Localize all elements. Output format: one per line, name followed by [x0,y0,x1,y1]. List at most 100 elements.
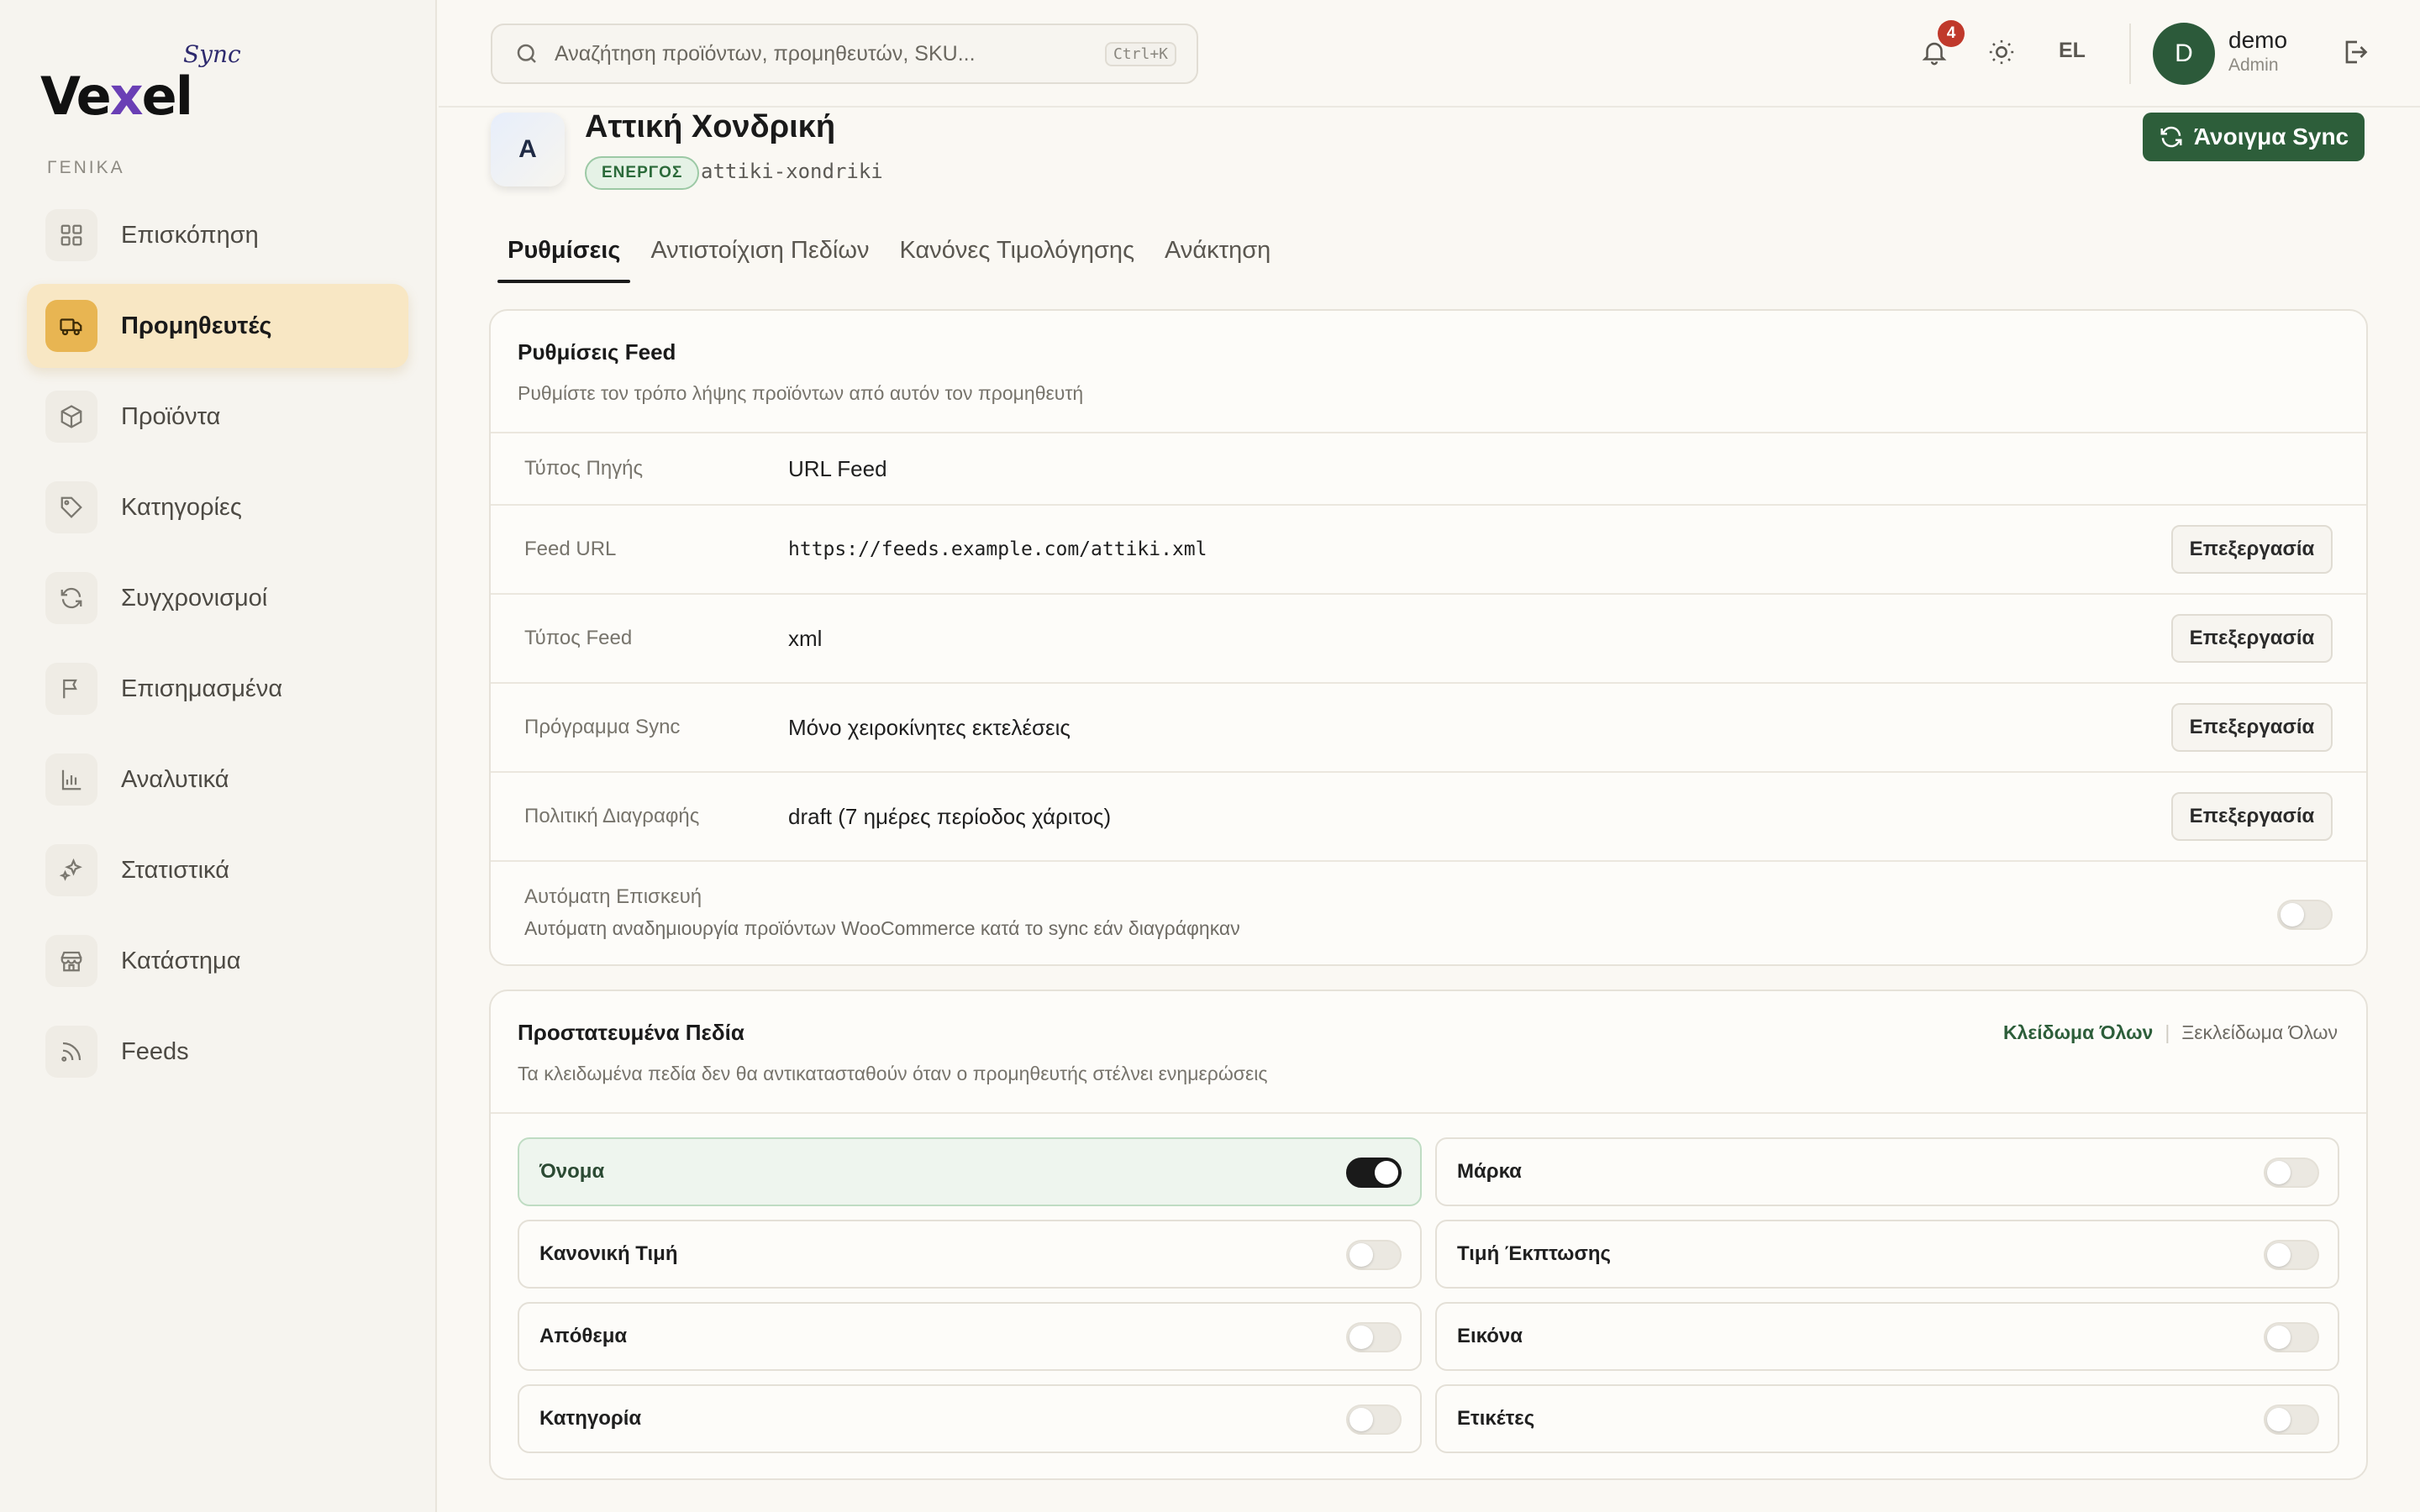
sidebar-item-flagged[interactable]: Επισημασμένα [27,647,408,731]
rss-icon [45,1026,97,1078]
feed-settings-card: Ρυθμίσεις Feed Ρυθμίστε τον τρόπο λήψης … [489,309,2368,966]
grid-icon [45,209,97,261]
sidebar-item-products[interactable]: Προϊόντα [27,375,408,459]
field-label: Κανονική Τιμή [539,1242,678,1265]
field-lock-toggle[interactable] [2264,1404,2319,1435]
sidebar-nav: Επισκόπηση Προμηθευτές Προϊόντα Κατηγορί… [27,193,408,1100]
edit-button[interactable]: Επεξεργασία [2171,703,2333,752]
protected-field-sale-price[interactable]: Τιμή Έκπτωσης [1435,1220,2339,1289]
logout-icon [2345,40,2368,64]
field-label: Εικόνα [1457,1325,1523,1347]
sidebar-item-label: Κατηγορίες [121,493,242,521]
notifications-button[interactable]: 4 [1916,20,1965,71]
tab-field-mapping[interactable]: Αντιστοίχιση Πεδίων [640,232,879,283]
protected-field-regular-price[interactable]: Κανονική Τιμή [518,1220,1422,1289]
edit-button[interactable]: Επεξεργασία [2171,525,2333,574]
protected-field-brand[interactable]: Μάρκα [1435,1137,2339,1206]
supplier-avatar: A [491,113,565,186]
lock-actions: Κλείδωμα Όλων | Ξεκλείδωμα Όλων [2003,1021,2338,1044]
card-title: Ρυθμίσεις Feed [518,339,676,365]
box-icon [45,391,97,443]
field-label: Κατηγορία [539,1407,642,1430]
field-lock-toggle[interactable] [1346,1158,1402,1188]
search-input[interactable] [555,41,1092,66]
field-lock-toggle[interactable] [1346,1240,1402,1270]
field-lock-toggle[interactable] [1346,1404,1402,1435]
refresh-icon [45,572,97,624]
edit-button[interactable]: Επεξεργασία [2171,792,2333,841]
nav-section-label: ΓΕΝΙΚΑ [47,158,125,177]
setting-row-sync-schedule: Πρόγραμμα Sync Μόνο χειροκίνητες εκτελέσ… [491,684,2366,773]
user-role: Admin [2228,55,2279,75]
sidebar-item-feeds[interactable]: Feeds [27,1010,408,1094]
protected-field-name[interactable]: Όνομα [518,1137,1422,1206]
field-label: Όνομα [539,1160,605,1183]
tab-recovery[interactable]: Ανάκτηση [1155,232,1281,283]
setting-value: Μόνο χειροκίνητες εκτελέσεις [788,714,1071,740]
setting-label: Αυτόματη Επισκευή [524,885,702,908]
edit-button[interactable]: Επεξεργασία [2171,614,2333,663]
sidebar-item-label: Προμηθευτές [121,312,272,339]
auto-repair-toggle[interactable] [2277,900,2333,930]
status-badge: ΕΝΕΡΓΟΣ [585,156,700,190]
refresh-icon [2160,126,2182,148]
open-sync-button[interactable]: Άνοιγμα Sync [2143,113,2365,161]
tab-pricing-rules[interactable]: Κανόνες Τιμολόγησης [890,232,1145,283]
setting-description: Αυτόματη αναδημιουργία προϊόντων WooComm… [524,917,1240,939]
sidebar-item-statistics[interactable]: Στατιστικά [27,828,408,912]
protected-fields-grid: Όνομα Μάρκα Κανονική Τιμή Τιμή Έκπτωσης … [518,1137,2339,1453]
tab-settings[interactable]: Ρυθμίσεις [497,232,631,283]
setting-row-source-type: Τύπος Πηγής URL Feed [491,433,2366,506]
language-switcher[interactable]: EL [2059,39,2086,63]
sidebar-item-overview[interactable]: Επισκόπηση [27,193,408,277]
field-lock-toggle[interactable] [1346,1322,1402,1352]
unlock-all-link[interactable]: Ξεκλείδωμα Όλων [2181,1021,2338,1044]
global-search[interactable]: Ctrl+K [491,24,1198,84]
setting-value: xml [788,625,823,651]
sidebar-item-label: Συγχρονισμοί [121,584,268,612]
setting-row-delete-policy: Πολιτική Διαγραφής draft (7 ημέρες περίο… [491,773,2366,862]
app-logo[interactable]: Vexel Sync [40,40,259,127]
sidebar-item-label: Επισημασμένα [121,675,283,702]
tab-bar: Ρυθμίσεις Αντιστοίχιση Πεδίων Κανόνες Τι… [497,232,1291,283]
sparkles-icon [45,844,97,896]
page-title: Αττική Χονδρική [585,109,836,144]
logo-wordmark: Vexel [40,66,193,127]
field-label: Τιμή Έκπτωσης [1457,1242,1612,1265]
setting-row-feed-type: Τύπος Feed xml Επεξεργασία [491,595,2366,684]
avatar[interactable]: D [2153,23,2215,85]
field-label: Μάρκα [1457,1160,1522,1183]
protected-field-tags[interactable]: Ετικέτες [1435,1384,2339,1453]
sidebar-item-categories[interactable]: Κατηγορίες [27,465,408,549]
theme-toggle-button[interactable] [1983,34,2020,71]
field-label: Ετικέτες [1457,1407,1535,1430]
lock-all-link[interactable]: Κλείδωμα Όλων [2003,1021,2153,1044]
sun-icon [1989,39,2014,65]
field-lock-toggle[interactable] [2264,1322,2319,1352]
protected-field-category[interactable]: Κατηγορία [518,1384,1422,1453]
protected-fields-header: Προστατευμένα Πεδία Τα κλειδωμένα πεδία … [491,991,2366,1114]
sidebar-item-label: Feeds [121,1037,189,1065]
logout-button[interactable] [2339,37,2373,71]
sidebar: Vexel Sync ΓΕΝΙΚΑ Επισκόπηση Προμηθευτές… [0,0,437,1512]
setting-value: https://feeds.example.com/attiki.xml [788,538,1207,560]
protected-field-stock[interactable]: Απόθεμα [518,1302,1422,1371]
sidebar-item-suppliers[interactable]: Προμηθευτές [27,284,408,368]
protected-field-image[interactable]: Εικόνα [1435,1302,2339,1371]
card-description: Τα κλειδωμένα πεδία δεν θα αντικατασταθο… [518,1063,1268,1084]
setting-label: Τύπος Feed [524,627,633,649]
field-lock-toggle[interactable] [2264,1158,2319,1188]
sidebar-item-syncs[interactable]: Συγχρονισμοί [27,556,408,640]
setting-value: draft (7 ημέρες περίοδος χάριτος) [788,803,1112,829]
search-shortcut-hint: Ctrl+K [1104,42,1176,66]
sidebar-item-label: Αναλυτικά [121,765,229,793]
field-label: Απόθεμα [539,1325,628,1347]
setting-label: Πολιτική Διαγραφής [524,805,700,827]
topbar: Ctrl+K 4 EL D demo Admin [439,0,2420,108]
setting-label: Πρόγραμμα Sync [524,716,681,738]
feed-settings-header: Ρυθμίσεις Feed Ρυθμίστε τον τρόπο λήψης … [491,311,2366,433]
field-lock-toggle[interactable] [2264,1240,2319,1270]
search-icon [517,44,536,63]
sidebar-item-store[interactable]: Κατάστημα [27,919,408,1003]
sidebar-item-analytics[interactable]: Αναλυτικά [27,738,408,822]
